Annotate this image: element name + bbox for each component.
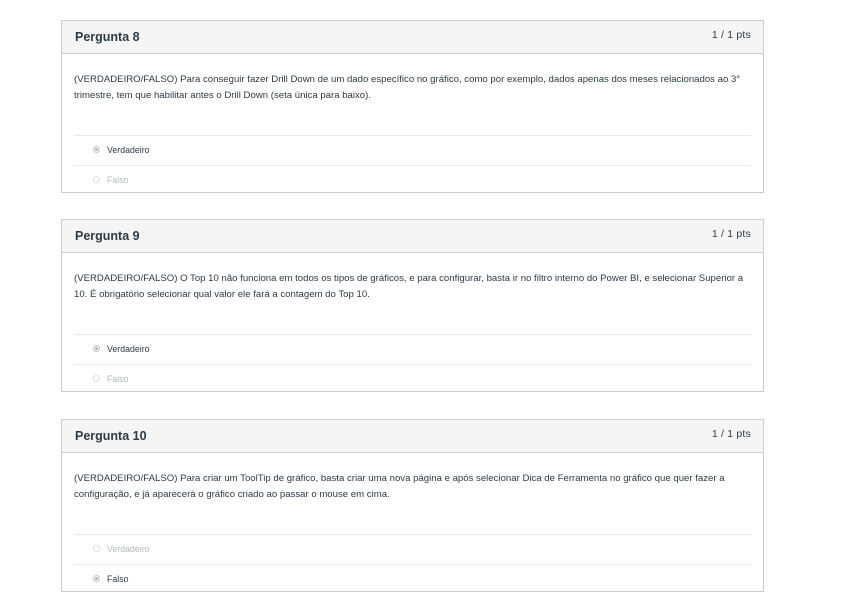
question-header: Pergunta 9 1 / 1 pts	[62, 220, 763, 253]
answer-label: Falso	[107, 374, 129, 384]
question-text: (VERDADEIRO/FALSO) Para conseguir fazer …	[74, 74, 741, 101]
answer-list: Verdadeiro Falso	[74, 135, 751, 195]
radio-checked-icon[interactable]	[93, 345, 100, 352]
answer-label: Verdadeiro	[107, 145, 150, 155]
question-points: 1 / 1 pts	[711, 228, 751, 240]
question-card-9: Pergunta 9 1 / 1 pts (VERDADEIRO/FALSO) …	[61, 219, 764, 392]
answer-label: Falso	[107, 574, 129, 584]
answer-label: Falso	[107, 175, 129, 185]
question-card-8: Pergunta 8 1 / 1 pts (VERDADEIRO/FALSO) …	[61, 20, 764, 193]
question-card-10: Pergunta 10 1 / 1 pts (VERDADEIRO/FALSO)…	[61, 419, 764, 592]
answer-list: Verdadeiro Falso	[74, 534, 751, 594]
answer-label: Verdadeiro	[107, 344, 150, 354]
radio-unchecked-icon[interactable]	[93, 545, 100, 552]
quiz-area: Pergunta 8 1 / 1 pts (VERDADEIRO/FALSO) …	[0, 0, 851, 604]
radio-unchecked-icon[interactable]	[93, 375, 100, 382]
answer-list: Verdadeiro Falso	[74, 334, 751, 394]
question-points: 1 / 1 pts	[711, 29, 751, 41]
answer-label: Verdadeiro	[107, 544, 150, 554]
radio-checked-icon[interactable]	[93, 146, 100, 153]
answer-option-verdadeiro[interactable]: Verdadeiro	[74, 135, 751, 165]
question-text: (VERDADEIRO/FALSO) Para criar um ToolTip…	[74, 473, 725, 500]
question-text: (VERDADEIRO/FALSO) O Top 10 não funciona…	[74, 273, 744, 300]
answer-option-verdadeiro[interactable]: Verdadeiro	[74, 334, 751, 364]
answer-option-falso[interactable]: Falso	[74, 364, 751, 394]
answer-option-verdadeiro[interactable]: Verdadeiro	[74, 534, 751, 564]
question-title: Pergunta 10	[75, 429, 147, 443]
answer-option-falso[interactable]: Falso	[74, 165, 751, 195]
answer-option-falso[interactable]: Falso	[74, 564, 751, 594]
question-header: Pergunta 10 1 / 1 pts	[62, 420, 763, 453]
question-header: Pergunta 8 1 / 1 pts	[62, 21, 763, 54]
radio-checked-icon[interactable]	[93, 575, 100, 582]
question-title: Pergunta 8	[75, 30, 140, 44]
question-points: 1 / 1 pts	[711, 428, 751, 440]
radio-unchecked-icon[interactable]	[93, 176, 100, 183]
question-title: Pergunta 9	[75, 229, 140, 243]
